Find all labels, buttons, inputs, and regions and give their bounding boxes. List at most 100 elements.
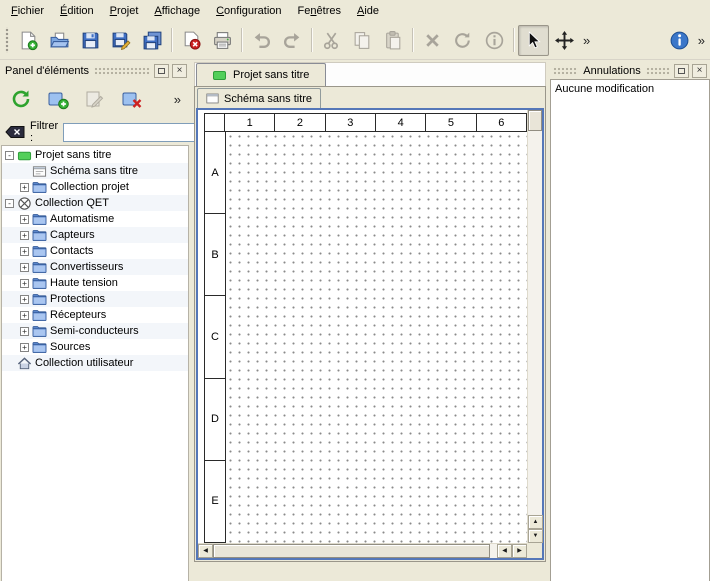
filter-input[interactable] bbox=[63, 123, 213, 142]
expand-icon[interactable]: + bbox=[20, 295, 29, 304]
schema-view[interactable]: 123456 ABCDE ▲ ▼ ◀ ◀ ▶ bbox=[196, 108, 544, 560]
toolbar-separator bbox=[311, 28, 313, 52]
toolbar-separator bbox=[513, 28, 515, 52]
select-mode-button[interactable] bbox=[518, 25, 549, 56]
paste-button[interactable] bbox=[378, 25, 409, 56]
tree-item-haute-tension[interactable]: +Haute tension bbox=[2, 275, 188, 291]
cut-button[interactable] bbox=[316, 25, 347, 56]
tree-item-capteurs[interactable]: +Capteurs bbox=[2, 227, 188, 243]
menu-edition[interactable]: Édition bbox=[52, 2, 102, 20]
element-info-button[interactable] bbox=[479, 25, 510, 56]
tree-item-collection-qet[interactable]: - Collection QET bbox=[2, 195, 188, 211]
undo-list[interactable]: Aucune modification bbox=[550, 79, 710, 581]
copy-icon bbox=[352, 30, 373, 51]
tree-item-semi-conducteurs[interactable]: +Semi-conducteurs bbox=[2, 323, 188, 339]
scroll-down-button[interactable]: ▼ bbox=[528, 529, 543, 543]
tree-item-label: Collection utilisateur bbox=[35, 357, 137, 369]
vscroll-thumb[interactable] bbox=[528, 110, 542, 131]
mdi-area: Projet sans titre Schéma sans titre 1234… bbox=[194, 62, 546, 581]
tree-item-label: Automatisme bbox=[50, 213, 118, 225]
menu-affichage[interactable]: Affichage bbox=[146, 2, 208, 20]
elements-panel-drag-handle[interactable] bbox=[94, 66, 151, 76]
float-undo-panel-button[interactable] bbox=[674, 64, 689, 78]
menu-aide[interactable]: Aide bbox=[349, 2, 387, 20]
open-project-button[interactable] bbox=[44, 25, 75, 56]
vertical-scrollbar[interactable]: ▲ ▼ bbox=[527, 110, 542, 543]
save-button[interactable] bbox=[75, 25, 106, 56]
tree-item-contacts[interactable]: + Contacts bbox=[2, 243, 188, 259]
project-tab[interactable]: Projet sans titre bbox=[196, 63, 326, 86]
tree-item-automatisme[interactable]: + Automatisme bbox=[2, 211, 188, 227]
close-project-button[interactable] bbox=[176, 25, 207, 56]
undo-panel-drag-handle[interactable] bbox=[553, 66, 578, 76]
collapse-icon[interactable]: - bbox=[5, 151, 14, 160]
pan-mode-button[interactable] bbox=[549, 25, 580, 56]
horizontal-scrollbar[interactable]: ◀ ◀ ▶ bbox=[198, 543, 527, 558]
scroll-up-button[interactable]: ▲ bbox=[528, 515, 543, 529]
delete-x-icon bbox=[422, 30, 443, 51]
tree-item-collection-projet[interactable]: +Collection projet bbox=[2, 179, 188, 195]
scroll-left-button[interactable]: ◀ bbox=[198, 544, 213, 558]
expand-icon[interactable]: + bbox=[20, 311, 29, 320]
toolbar-drag-handle[interactable] bbox=[4, 27, 11, 53]
collapse-icon[interactable]: - bbox=[5, 199, 14, 208]
delete-element-button[interactable] bbox=[117, 84, 147, 114]
tree-item-label: Contacts bbox=[50, 245, 97, 257]
save-all-button[interactable] bbox=[137, 25, 168, 56]
tree-item-convertisseurs[interactable]: +Convertisseurs bbox=[2, 259, 188, 275]
edit-element-button[interactable] bbox=[80, 84, 110, 114]
undo-panel-title: Annulations bbox=[581, 65, 643, 77]
tree-item-collection-utilisateur[interactable]: Collection utilisateur bbox=[2, 355, 188, 371]
scroll-left-button-end[interactable]: ◀ bbox=[497, 544, 512, 558]
help-toolbar-overflow-icon[interactable]: » bbox=[695, 34, 708, 47]
expand-icon[interactable]: + bbox=[20, 343, 29, 352]
delete-button[interactable] bbox=[417, 25, 448, 56]
menu-projet[interactable]: Projet bbox=[102, 2, 147, 20]
menu-fichier[interactable]: Fichier bbox=[3, 2, 52, 20]
undo-button[interactable] bbox=[246, 25, 277, 56]
schema-tab-label: Schéma sans titre bbox=[224, 93, 312, 105]
expand-icon[interactable]: + bbox=[20, 183, 29, 192]
tree-item-label: Collection QET bbox=[35, 197, 113, 209]
close-elements-panel-button[interactable]: × bbox=[172, 64, 187, 78]
expand-icon[interactable]: + bbox=[20, 327, 29, 336]
new-element-button[interactable] bbox=[43, 84, 73, 114]
tree-item-recepteurs[interactable]: +Récepteurs bbox=[2, 307, 188, 323]
schema-tab[interactable]: Schéma sans titre bbox=[197, 88, 321, 108]
menu-fenetres[interactable]: Fenêtres bbox=[290, 2, 349, 20]
tree-item-sources[interactable]: +Sources bbox=[2, 339, 188, 355]
redo-icon bbox=[282, 30, 303, 51]
about-button[interactable] bbox=[664, 25, 695, 56]
about-info-icon bbox=[669, 30, 690, 51]
undo-panel-drag-handle[interactable] bbox=[646, 66, 671, 76]
print-button[interactable] bbox=[207, 25, 238, 56]
rotate-button[interactable] bbox=[448, 25, 479, 56]
scroll-right-button[interactable]: ▶ bbox=[512, 544, 527, 558]
reload-collections-button[interactable] bbox=[6, 84, 36, 114]
float-elements-panel-button[interactable] bbox=[154, 64, 169, 78]
tree-item-projet-sans-titre[interactable]: -Projet sans titre bbox=[2, 147, 188, 163]
expand-icon[interactable]: + bbox=[20, 247, 29, 256]
clear-filter-button[interactable] bbox=[5, 123, 25, 141]
expand-icon[interactable]: + bbox=[20, 263, 29, 272]
edit-element-icon bbox=[84, 88, 106, 110]
save-as-button[interactable] bbox=[106, 25, 137, 56]
hscroll-thumb[interactable] bbox=[213, 544, 490, 558]
qelectrotech-window: FichierÉditionProjetAffichageConfigurati… bbox=[0, 0, 710, 581]
tree-item-protections[interactable]: +Protections bbox=[2, 291, 188, 307]
new-project-button[interactable] bbox=[13, 25, 44, 56]
folder-icon bbox=[32, 212, 47, 227]
tree-item-schema-sans-titre[interactable]: Schéma sans titre bbox=[2, 163, 188, 179]
expand-icon[interactable]: + bbox=[20, 215, 29, 224]
redo-button[interactable] bbox=[277, 25, 308, 56]
copy-button[interactable] bbox=[347, 25, 378, 56]
menu-configuration[interactable]: Configuration bbox=[208, 2, 289, 20]
view-toolbar-overflow-icon[interactable]: » bbox=[580, 34, 593, 47]
elements-toolbar-overflow-icon[interactable]: » bbox=[171, 93, 184, 106]
undo-panel-titlebar: Annulations × bbox=[550, 62, 710, 79]
expand-icon[interactable]: + bbox=[20, 279, 29, 288]
schema-canvas[interactable]: 123456 ABCDE bbox=[198, 110, 527, 543]
folder-icon bbox=[32, 292, 47, 307]
expand-icon[interactable]: + bbox=[20, 231, 29, 240]
close-undo-panel-button[interactable]: × bbox=[692, 64, 707, 78]
